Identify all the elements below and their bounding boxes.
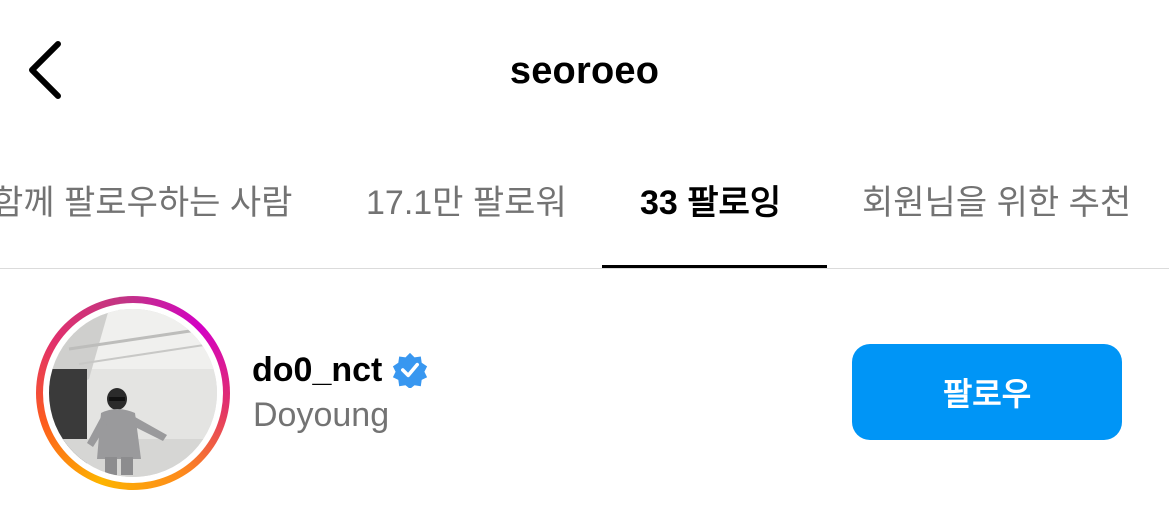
following-list-screen: seoroeo 함께 팔로우하는 사람 17.1만 팔로워 33 팔로잉 회원님… xyxy=(0,0,1169,516)
username-line: do0_nct xyxy=(252,348,428,392)
tab-mutual-followers[interactable]: 함께 팔로우하는 사람 xyxy=(0,150,292,268)
follow-button[interactable]: 팔로우 xyxy=(852,344,1122,440)
avatar[interactable] xyxy=(49,309,217,477)
verified-badge-icon xyxy=(393,352,428,388)
tab-suggested-for-you[interactable]: 회원님을 위한 추천 xyxy=(862,150,1131,268)
full-name: Doyoung xyxy=(253,396,390,434)
list-item[interactable]: do0_nct Doyoung 팔로우 xyxy=(0,268,1169,516)
tab-bar: 함께 팔로우하는 사람 17.1만 팔로워 33 팔로잉 회원님을 위한 추천 xyxy=(0,150,1169,269)
tab-following[interactable]: 33 팔로잉 xyxy=(640,150,781,268)
story-ring[interactable] xyxy=(36,296,230,490)
username[interactable]: do0_nct xyxy=(252,351,382,390)
page-title: seoroeo xyxy=(509,50,660,92)
header: seoroeo xyxy=(0,0,1169,150)
tab-followers[interactable]: 17.1만 팔로워 xyxy=(366,150,567,268)
avatar-photo xyxy=(49,309,217,477)
